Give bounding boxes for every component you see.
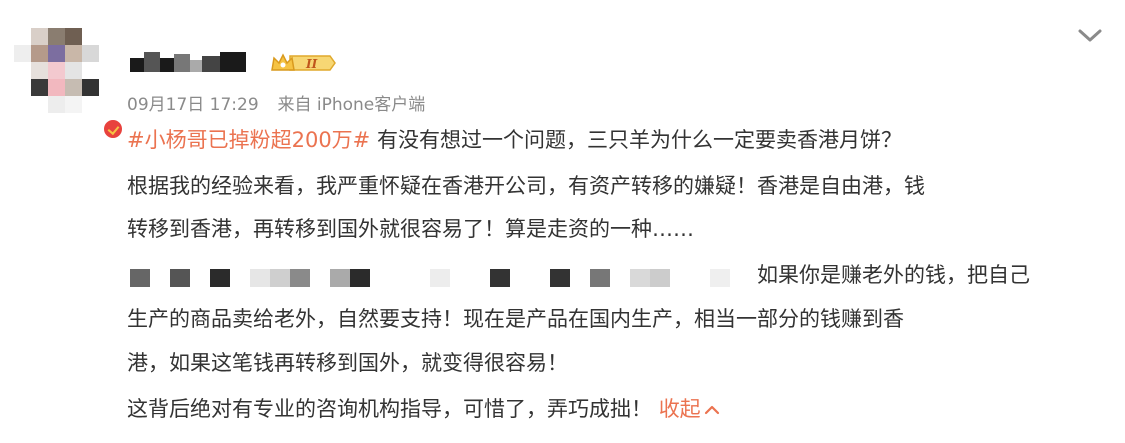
chevron-down-icon[interactable] bbox=[1075, 22, 1105, 48]
crown-level-badge: II bbox=[271, 53, 336, 71]
post-line: 根据我的经验来看，我严重怀疑在香港开公司，有资产转移的嫌疑！香港是自由港，钱 bbox=[127, 174, 925, 198]
topic-hashtag[interactable]: #小杨哥已掉粉超200万# bbox=[127, 128, 370, 152]
collapse-link[interactable]: 收起 bbox=[659, 397, 721, 421]
post-meta: 09月17日 17:29 来自 iPhone客户端 bbox=[127, 90, 425, 115]
post-line: 如果你是赚老外的钱，把自己 bbox=[757, 263, 1030, 287]
post-line: 转移到香港，再转移到国外就很容易了！算是走资的一种…… bbox=[127, 217, 694, 241]
svg-text:II: II bbox=[305, 57, 318, 71]
avatar[interactable] bbox=[14, 28, 124, 140]
post-line: 港，如果这笔钱再转移到国外，就变得很容易！ bbox=[127, 351, 568, 375]
post-line: 生产的商品卖给老外，自然要支持！现在是产品在国内生产，相当一部分的钱赚到香 bbox=[127, 307, 904, 331]
post-line: 这背后绝对有专业的咨询机构指导，可惜了，弄巧成拙！ 收起 bbox=[127, 393, 721, 425]
username-redacted[interactable] bbox=[130, 48, 260, 74]
post-source: 来自 iPhone客户端 bbox=[277, 95, 426, 115]
post-timestamp[interactable]: 09月17日 17:29 bbox=[127, 95, 259, 115]
post-line: #小杨哥已掉粉超200万# 有没有想过一个问题，三只羊为什么一定要卖香港月饼？ bbox=[127, 128, 902, 152]
chevron-up-icon bbox=[704, 405, 719, 415]
verified-badge bbox=[102, 118, 124, 140]
